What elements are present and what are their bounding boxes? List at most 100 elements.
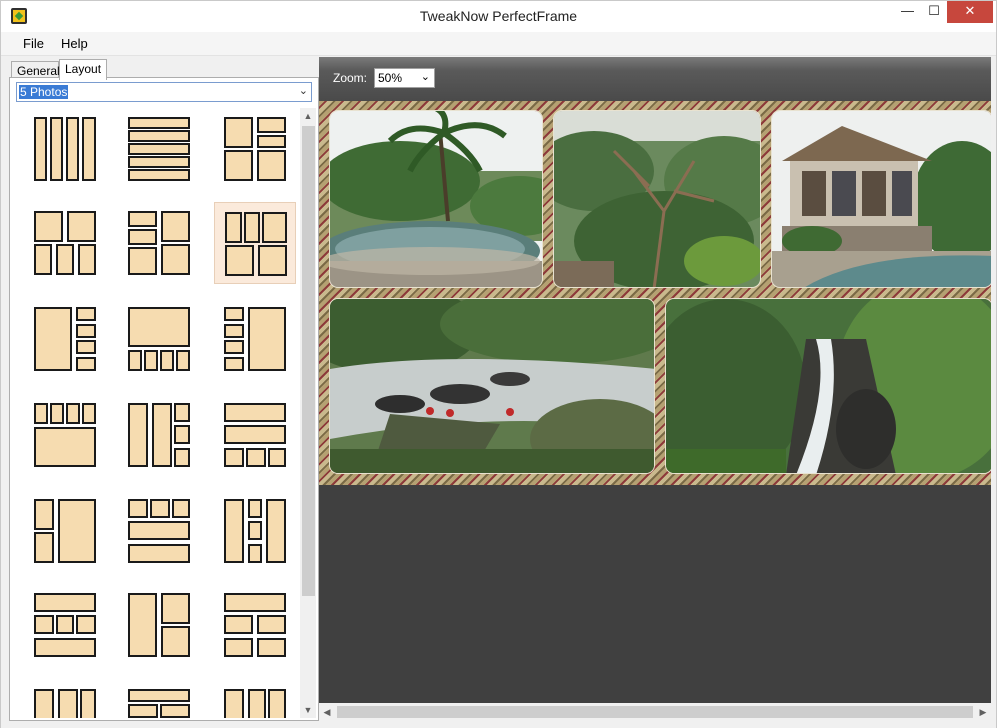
preview-canvas [319, 101, 991, 703]
layout-thumbnail[interactable] [24, 202, 106, 284]
layout-cell [172, 499, 190, 518]
layout-thumbnail[interactable] [214, 394, 296, 476]
layout-cell [174, 448, 190, 467]
layout-cell [224, 499, 244, 563]
scroll-right-arrow-icon[interactable]: ▶ [975, 703, 991, 721]
layout-thumbnail[interactable] [118, 680, 200, 718]
layout-cell [248, 499, 262, 518]
scroll-up-arrow-icon[interactable]: ▲ [300, 108, 316, 124]
layout-cell [266, 499, 286, 563]
photo-jungle-tree[interactable] [553, 110, 761, 288]
scroll-left-arrow-icon[interactable]: ◀ [319, 703, 335, 721]
photo-river-rafting[interactable] [329, 298, 655, 474]
layout-thumbnail[interactable] [118, 490, 200, 572]
maximize-button[interactable]: ☐ [921, 1, 947, 23]
window-title: TweakNow PerfectFrame [419, 8, 578, 24]
layout-cell [268, 448, 286, 467]
chevron-down-icon: ⌄ [420, 71, 430, 83]
menu-bar: File Help [1, 32, 996, 56]
layout-cell [224, 638, 253, 657]
title-bar: TweakNow PerfectFrame — ☐ ✕ [1, 1, 996, 32]
close-button[interactable]: ✕ [947, 1, 993, 23]
layout-cell [128, 689, 190, 702]
layout-thumbnail[interactable] [24, 394, 106, 476]
scrollbar-thumb[interactable] [302, 126, 315, 596]
layout-cell [150, 499, 170, 518]
layout-cell [224, 593, 286, 612]
layout-cell [128, 130, 190, 142]
layout-thumbnail[interactable] [24, 108, 106, 190]
layout-list-scrollbar[interactable]: ▲ ▼ [300, 108, 316, 718]
layout-cell [176, 350, 190, 371]
layout-panel: General Layout 5 Photos ⌄ ▲ ▼ [9, 57, 319, 721]
layout-cell [34, 307, 72, 371]
photo-count-select[interactable]: 5 Photos ⌄ [16, 82, 312, 102]
photo-villa-pool[interactable] [771, 110, 991, 288]
layout-cell [257, 638, 286, 657]
layout-thumbnail[interactable] [24, 298, 106, 380]
tab-layout-content: 5 Photos ⌄ ▲ ▼ [9, 77, 319, 721]
layout-cell [224, 425, 286, 444]
layout-cell [160, 350, 174, 371]
scrollbar-thumb[interactable] [337, 706, 973, 718]
zoom-select[interactable]: 50% ⌄ [374, 68, 435, 88]
layout-cell [34, 689, 54, 718]
layout-cell [58, 499, 96, 563]
layout-thumbnail[interactable] [214, 108, 296, 190]
menu-help[interactable]: Help [61, 36, 88, 51]
layout-cell [174, 403, 190, 422]
scroll-down-arrow-icon[interactable]: ▼ [300, 702, 316, 718]
layout-thumbnail[interactable] [118, 108, 200, 190]
layout-cell [128, 117, 190, 129]
photo-count-value: 5 Photos [19, 85, 69, 99]
layout-thumbnail[interactable] [118, 394, 200, 476]
layout-cell [34, 593, 96, 612]
photo-waterfall[interactable] [665, 298, 991, 474]
layout-cell [128, 544, 190, 563]
layout-thumbnail[interactable] [118, 584, 200, 666]
layout-cell [161, 211, 190, 242]
layout-thumbnail[interactable] [118, 298, 200, 380]
layout-cell [161, 626, 190, 657]
layout-thumbnail[interactable] [24, 584, 106, 666]
layout-cell [80, 689, 96, 718]
layout-cell [224, 615, 253, 634]
layout-cell [34, 244, 52, 275]
layout-cell [262, 212, 287, 243]
zoom-label: Zoom: [333, 71, 368, 85]
tab-general[interactable]: General [11, 61, 60, 78]
layout-thumbnail[interactable] [214, 680, 296, 718]
layout-cell [82, 117, 96, 181]
preview-panel: Zoom: 50% ⌄ ◀ ▶ [319, 57, 991, 721]
layout-cell [76, 615, 96, 634]
layout-cell [224, 689, 244, 718]
layout-cell [50, 403, 64, 424]
layout-cell [76, 340, 96, 354]
minimize-button[interactable]: — [894, 1, 921, 23]
layout-thumbnail[interactable] [24, 490, 106, 572]
layout-cell [128, 521, 190, 540]
layout-cell [128, 229, 157, 245]
layout-thumbnail[interactable] [214, 584, 296, 666]
layout-thumbnail[interactable] [118, 202, 200, 284]
layout-cell [257, 615, 286, 634]
layout-cell [128, 350, 142, 371]
layout-cell [78, 244, 96, 275]
layout-cell [128, 143, 190, 155]
photo-pool-palm[interactable] [329, 110, 543, 288]
layout-cell [34, 638, 96, 657]
layout-cell [161, 593, 190, 624]
layout-cell [248, 689, 266, 718]
canvas-horizontal-scrollbar[interactable]: ◀ ▶ [319, 703, 991, 721]
layout-thumbnail-list [16, 108, 298, 718]
layout-cell [268, 689, 286, 718]
layout-thumbnail[interactable] [214, 298, 296, 380]
layout-cell [34, 403, 48, 424]
layout-thumbnail[interactable] [214, 490, 296, 572]
tab-layout[interactable]: Layout [59, 59, 107, 80]
layout-cell [34, 117, 47, 181]
layout-cell [66, 403, 80, 424]
layout-thumbnail[interactable] [24, 680, 106, 718]
menu-file[interactable]: File [23, 36, 44, 51]
layout-thumbnail[interactable] [214, 202, 296, 284]
